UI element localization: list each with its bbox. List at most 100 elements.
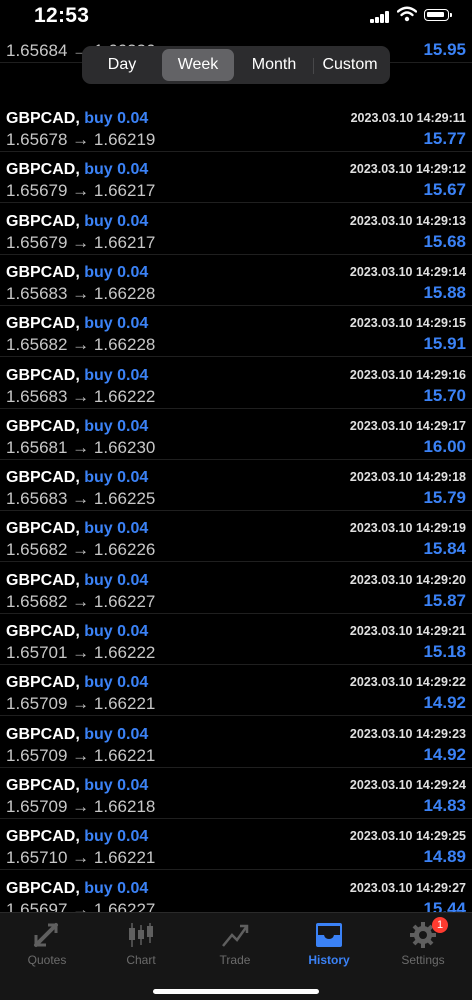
list-item[interactable]: GBPCAD, buy 0.04 1.65678 → 1.66219 2023.03… bbox=[0, 101, 472, 152]
deal-profit: 15.87 bbox=[423, 590, 466, 610]
tab-label: Settings bbox=[401, 953, 445, 967]
deal-time: 2023.03.10 14:29:20 bbox=[349, 572, 466, 587]
deal-side: buy 0.04 bbox=[84, 110, 149, 127]
deal-side: buy 0.04 bbox=[84, 879, 149, 897]
deal-time: 2023.03.10 14:29:16 bbox=[349, 367, 466, 382]
tab-settings[interactable]: 1 Settings bbox=[376, 913, 470, 973]
deal-prices: 1.65683 → 1.66222 bbox=[6, 386, 156, 406]
deal-profit: 15.68 bbox=[423, 231, 466, 251]
deal-profit: 15.77 bbox=[423, 129, 466, 148]
deal-prices: 1.65701 → 1.66222 bbox=[6, 643, 156, 662]
deal-symbol: GBPCAD, buy 0.04 bbox=[6, 264, 148, 282]
list-item[interactable]: GBPCAD, buy 0.04 1.65709 → 1.66218 2023.03… bbox=[0, 768, 472, 819]
deal-time: 2023.03.10 14:29:14 bbox=[349, 264, 466, 279]
deal-symbol: GBPCAD, buy 0.04 bbox=[6, 572, 148, 590]
deal-side: buy 0.04 bbox=[84, 417, 149, 435]
deal-symbol: GBPCAD, buy 0.04 bbox=[6, 674, 148, 692]
deal-symbol-text: GBPCAD, bbox=[6, 315, 80, 333]
deal-symbol: GBPCAD, buy 0.04 bbox=[6, 213, 148, 231]
deal-symbol-text: GBPCAD, bbox=[6, 623, 80, 640]
deal-profit: 15.88 bbox=[423, 282, 466, 302]
tab-trade[interactable]: Trade bbox=[188, 913, 282, 973]
tab-label: History bbox=[308, 953, 350, 967]
deal-prices: 1.65682 → 1.66226 bbox=[6, 540, 156, 560]
segment-custom[interactable]: Custom bbox=[314, 49, 386, 81]
wifi-icon bbox=[397, 6, 417, 22]
history-list[interactable]: 1.65684 → 1.66226 15.95 GBPCAD, buy 0.04… bbox=[0, 40, 472, 912]
list-item[interactable]: GBPCAD, buy 0.04 1.65682 → 1.66227 2023.03… bbox=[0, 563, 472, 614]
segment-week[interactable]: Week bbox=[162, 49, 234, 81]
deal-prices: 1.65679 → 1.66217 bbox=[6, 232, 156, 252]
deal-time: 2023.03.10 14:29:15 bbox=[349, 316, 466, 331]
deal-prices: 1.65678 → 1.66219 bbox=[6, 130, 156, 149]
list-item[interactable]: GBPCAD, buy 0.04 1.65679 → 1.66217 2023.03… bbox=[0, 204, 472, 255]
deal-time: 2023.03.10 14:29:13 bbox=[349, 213, 466, 228]
deal-symbol-text: GBPCAD, bbox=[6, 366, 80, 384]
list-item[interactable]: GBPCAD, buy 0.04 1.65697 → 1.66227 2023.03… bbox=[0, 871, 472, 913]
deal-time: 2023.03.10 14:29:24 bbox=[349, 777, 466, 792]
deal-side: buy 0.04 bbox=[84, 469, 149, 487]
deal-profit: 14.83 bbox=[423, 795, 466, 815]
deal-prices: 1.65682 → 1.66227 bbox=[6, 591, 156, 611]
list-item[interactable]: GBPCAD, buy 0.04 1.65682 → 1.66228 2023.03… bbox=[0, 306, 472, 358]
deal-symbol: GBPCAD, buy 0.04 bbox=[6, 520, 148, 538]
deal-profit: 15.79 bbox=[423, 488, 466, 508]
deal-side: buy 0.04 bbox=[84, 520, 149, 538]
list-item[interactable]: GBPCAD, buy 0.04 1.65681 → 1.66230 2023.03… bbox=[0, 409, 472, 460]
deal-profit: 15.44 bbox=[423, 898, 466, 913]
deal-symbol: GBPCAD, buy 0.04 bbox=[6, 367, 148, 385]
tab-history[interactable]: History bbox=[282, 913, 376, 973]
deal-symbol-text: GBPCAD, bbox=[6, 879, 80, 897]
deal-prices: 1.65681 → 1.66230 bbox=[6, 437, 156, 457]
deal-time: 2023.03.10 14:29:25 bbox=[349, 829, 466, 844]
tab-label: Trade bbox=[219, 953, 251, 967]
deal-time: 2023.03.10 14:29:22 bbox=[349, 675, 466, 690]
deal-profit: 15.91 bbox=[423, 334, 466, 354]
segment-month[interactable]: Month bbox=[238, 49, 310, 81]
deal-symbol-text: GBPCAD, bbox=[6, 828, 80, 846]
deal-prices: 1.65697 → 1.66227 bbox=[6, 899, 156, 913]
deal-prices: 1.65679 → 1.66217 bbox=[6, 181, 156, 201]
home-indicator[interactable] bbox=[153, 989, 319, 994]
deal-side: buy 0.04 bbox=[84, 212, 149, 230]
tab-label: Chart bbox=[126, 953, 156, 967]
deal-profit: 15.95 bbox=[423, 40, 466, 59]
list-item[interactable]: GBPCAD, buy 0.04 1.65710 → 1.66221 2023.03… bbox=[0, 819, 472, 871]
deal-symbol-text: GBPCAD, bbox=[6, 110, 80, 127]
notification-badge: 1 bbox=[432, 917, 448, 933]
segment-day[interactable]: Day bbox=[86, 49, 158, 81]
deal-prices: 1.65683 → 1.66228 bbox=[6, 283, 156, 303]
deal-profit: 15.67 bbox=[423, 180, 466, 200]
deal-profit: 15.18 bbox=[423, 642, 466, 661]
deal-time: 2023.03.10 14:29:18 bbox=[349, 470, 466, 485]
deal-profit: 14.89 bbox=[423, 847, 466, 867]
deal-side: buy 0.04 bbox=[84, 674, 149, 692]
battery-icon bbox=[424, 9, 452, 21]
deal-side: buy 0.04 bbox=[84, 623, 149, 640]
tab-quotes[interactable]: Quotes bbox=[0, 913, 94, 973]
deal-prices: 1.65709 → 1.66218 bbox=[6, 796, 156, 816]
deal-symbol-text: GBPCAD, bbox=[6, 417, 80, 435]
deal-symbol-text: GBPCAD, bbox=[6, 469, 80, 487]
tab-chart[interactable]: Chart bbox=[94, 913, 188, 973]
deal-symbol-text: GBPCAD, bbox=[6, 161, 80, 179]
list-item[interactable]: GBPCAD, buy 0.04 1.65709 → 1.66221 2023.03… bbox=[0, 717, 472, 768]
deal-symbol-text: GBPCAD, bbox=[6, 571, 80, 589]
deal-side: buy 0.04 bbox=[84, 161, 149, 179]
deal-side: buy 0.04 bbox=[84, 776, 149, 794]
list-item[interactable]: GBPCAD, buy 0.04 1.65701 → 1.66222 2023.03… bbox=[0, 614, 472, 665]
list-item[interactable]: GBPCAD, buy 0.04 1.65682 → 1.66226 2023.03… bbox=[0, 511, 472, 563]
quotes-icon bbox=[34, 923, 58, 947]
deal-time: 2023.03.10 14:29:27 bbox=[349, 880, 466, 895]
deal-symbol: GBPCAD, buy 0.04 bbox=[6, 880, 148, 898]
history-icon bbox=[316, 923, 342, 947]
list-item[interactable]: GBPCAD, buy 0.04 1.65683 → 1.66228 2023.03… bbox=[0, 255, 472, 306]
deal-time: 2023.03.10 14:29:12 bbox=[349, 162, 466, 177]
list-item[interactable]: GBPCAD, buy 0.04 1.65679 → 1.66217 2023.03… bbox=[0, 152, 472, 204]
deal-side: buy 0.04 bbox=[84, 263, 149, 281]
deal-prices: 1.65710 → 1.66221 bbox=[6, 848, 156, 868]
list-item[interactable]: GBPCAD, buy 0.04 1.65709 → 1.66221 2023.03… bbox=[0, 665, 472, 717]
list-item[interactable]: GBPCAD, buy 0.04 1.65683 → 1.66222 2023.03… bbox=[0, 358, 472, 409]
deal-symbol-text: GBPCAD, bbox=[6, 725, 80, 743]
list-item[interactable]: GBPCAD, buy 0.04 1.65683 → 1.66225 2023.03… bbox=[0, 460, 472, 512]
